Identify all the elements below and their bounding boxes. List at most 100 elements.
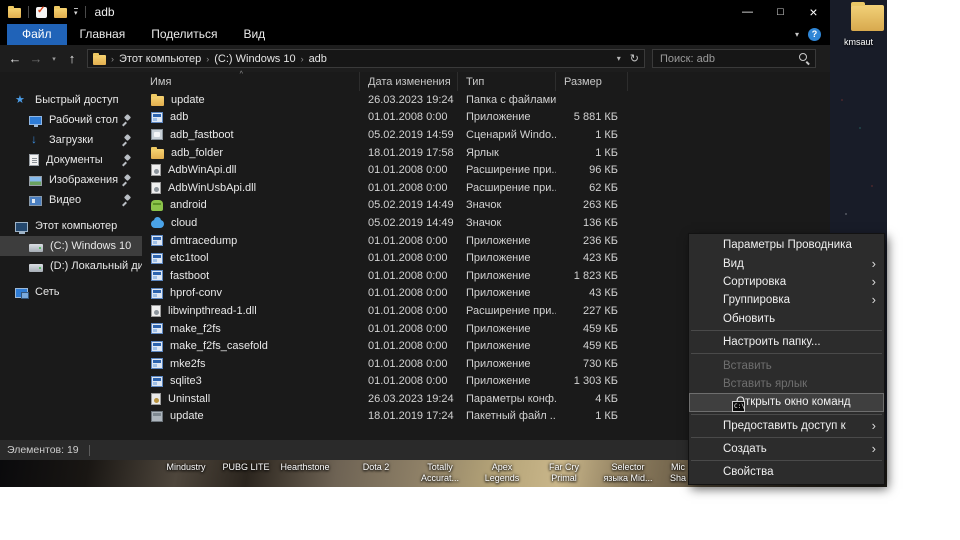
table-row[interactable]: cloud 05.02.2019 14:49 Значок 136 КБ <box>142 214 830 232</box>
menu-item-view[interactable]: Вид › <box>689 254 884 272</box>
menu-item-label: Вставить <box>723 359 772 372</box>
minimize-button[interactable]: — <box>731 0 764 24</box>
table-row[interactable]: adb_folder 18.01.2019 17:58 Ярлык 1 КБ <box>142 144 830 162</box>
sidebar-item-quick-access[interactable]: Быстрый доступ <box>0 90 142 110</box>
desktop-shortcut-1[interactable]: PUBG LITE <box>222 462 269 473</box>
menu-item-give-access[interactable]: Предоставить доступ к › <box>689 417 884 435</box>
file-size: 730 КБ <box>582 357 618 370</box>
shortcut-label-line: PUBG LITE <box>222 462 270 472</box>
menu-separator <box>691 436 882 438</box>
column-header-3[interactable]: Размер <box>556 72 628 91</box>
menu-item-create[interactable]: Создать › <box>689 440 884 458</box>
search-box <box>652 49 816 68</box>
sidebar-item-network[interactable]: Сеть <box>0 282 142 302</box>
file-name-cell: cloud <box>142 217 360 229</box>
breadcrumb-item[interactable]: (C:) Windows 10 <box>214 53 295 65</box>
menu-item-customize-folder[interactable]: Настроить папку... <box>689 333 884 351</box>
pc-icon <box>15 221 28 234</box>
desktop-shortcut-4[interactable]: Totally Accurat... <box>421 462 459 484</box>
menu-item-group[interactable]: Группировка › <box>689 291 884 309</box>
tab-share[interactable]: Поделиться <box>138 24 230 45</box>
menu-item-explorer-options[interactable]: Параметры Проводника <box>689 236 884 254</box>
shortcut-label-line: Sha <box>669 473 687 483</box>
table-row[interactable]: adb 01.01.2008 0:00 Приложение 5 881 КБ <box>142 109 830 127</box>
sidebar-item-downloads[interactable]: Загрузки <box>0 130 142 150</box>
file-type: Приложение <box>466 252 531 265</box>
desktop-shortcut-5[interactable]: Apex Legends <box>485 462 520 484</box>
sidebar-item-label: Быстрый доступ <box>35 94 119 106</box>
desktop-shortcut-2[interactable]: Hearthstone <box>280 462 329 473</box>
address-bar[interactable]: › Этот компьютер › (C:) Windows 10 › adb ▾ ↻ <box>87 49 645 68</box>
titlebar: ▾ adb — □ × <box>0 0 830 24</box>
desktop-shortcut-6[interactable]: Far Cry Primal <box>549 462 579 484</box>
file-date: 18.01.2019 17:58 <box>368 146 454 159</box>
search-icon[interactable] <box>799 53 810 64</box>
breadcrumb: › Этот компьютер › (C:) Windows 10 › adb <box>111 53 327 65</box>
file-name: adb <box>170 111 189 124</box>
folder-icon <box>151 146 164 159</box>
file-name-cell: dmtracedump <box>142 235 360 247</box>
table-row[interactable]: adb_fastboot 05.02.2019 14:59 Сценарий Win… <box>142 126 830 144</box>
new-folder-qat-icon[interactable] <box>54 6 67 18</box>
tab-file[interactable]: Файл <box>7 24 67 45</box>
menu-item-paste: Вставить <box>689 356 884 374</box>
file-date: 01.01.2008 0:00 <box>368 322 448 335</box>
help-icon[interactable]: ? <box>808 28 821 41</box>
android-icon <box>151 199 163 211</box>
table-row[interactable]: update 26.03.2023 19:24 Папка с файлами <box>142 91 830 109</box>
file-type: Приложение <box>466 287 531 300</box>
breadcrumb-item[interactable]: Этот компьютер <box>119 53 201 65</box>
shortcut-label-line: Accurat... <box>420 473 460 483</box>
network-icon <box>15 287 29 299</box>
back-button[interactable]: ← <box>8 51 22 66</box>
sidebar-item-videos[interactable]: Видео <box>0 190 142 210</box>
menu-separator <box>691 353 882 355</box>
table-row[interactable]: android 05.02.2019 14:49 Значок 263 КБ <box>142 197 830 215</box>
file-name: make_f2fs_casefold <box>170 340 268 353</box>
shortcut-label-line: Totally <box>427 462 453 472</box>
tab-view[interactable]: Вид <box>230 24 278 45</box>
file-date: 26.03.2023 19:24 <box>368 93 454 106</box>
column-header-1[interactable]: Дата изменения <box>360 72 458 91</box>
explorer-app-icon[interactable] <box>8 6 21 18</box>
maximize-button[interactable]: □ <box>764 0 797 24</box>
properties-qat-icon[interactable] <box>36 5 47 18</box>
sidebar-item-label: Этот компьютер <box>35 220 118 232</box>
desktop-shortcut-7[interactable]: Selector языка Mid... <box>603 462 652 484</box>
file-name: hprof-conv <box>170 287 222 300</box>
menu-item-properties[interactable]: Свойства <box>689 463 884 481</box>
desktop-folder-icon[interactable] <box>851 2 884 31</box>
pin-icon <box>122 115 131 125</box>
breadcrumb-item[interactable]: adb <box>309 53 327 65</box>
table-row[interactable]: AdbWinUsbApi.dll 01.01.2008 0:00 Расширени… <box>142 179 830 197</box>
menu-item-refresh[interactable]: Обновить <box>689 310 884 328</box>
desktop-shortcut-3[interactable]: Dota 2 <box>363 462 390 473</box>
sidebar-item-pictures[interactable]: Изображения <box>0 170 142 190</box>
sidebar-item-desktop[interactable]: Рабочий стол <box>0 110 142 130</box>
desktop-shortcut-0[interactable]: Mindustry <box>166 462 205 473</box>
menu-item-sort[interactable]: Сортировка › <box>689 273 884 291</box>
ribbon-expand-chevron-icon[interactable]: ▾ <box>795 30 799 39</box>
qat-customize-arrow-icon[interactable]: ▾ <box>74 7 78 17</box>
recent-locations-arrow-icon[interactable]: ▾ <box>50 55 58 63</box>
address-dropdown-icon[interactable]: ▾ <box>617 54 621 63</box>
table-row[interactable]: AdbWinApi.dll 01.01.2008 0:00 Расширение п… <box>142 161 830 179</box>
search-input[interactable] <box>658 51 795 66</box>
app-icon <box>151 323 163 335</box>
sidebar-item-documents[interactable]: Документы <box>0 150 142 170</box>
menu-separator <box>691 413 882 415</box>
forward-button[interactable]: → <box>29 51 43 66</box>
desktop-shortcut-8[interactable]: Mic Sha <box>670 462 686 484</box>
column-header-0[interactable]: Имя ^ <box>142 71 360 91</box>
refresh-icon[interactable]: ↻ <box>630 52 639 65</box>
menu-item-open-command-window[interactable]: Открыть окно команд <box>689 393 884 412</box>
sidebar-item-this-pc[interactable]: Этот компьютер <box>0 216 142 236</box>
column-headers: Имя ^ Дата изменения Тип Размер <box>142 71 830 91</box>
menu-item-label: Открыть окно команд <box>736 396 851 409</box>
up-button[interactable]: ↑ <box>65 51 79 66</box>
sidebar-item-drive-c[interactable]: (C:) Windows 10 <box>0 236 142 256</box>
tab-home[interactable]: Главная <box>67 24 139 45</box>
close-button[interactable]: × <box>797 0 830 24</box>
sidebar-item-drive-d[interactable]: (D:) Локальный ди <box>0 256 142 276</box>
column-header-2[interactable]: Тип <box>458 72 556 91</box>
